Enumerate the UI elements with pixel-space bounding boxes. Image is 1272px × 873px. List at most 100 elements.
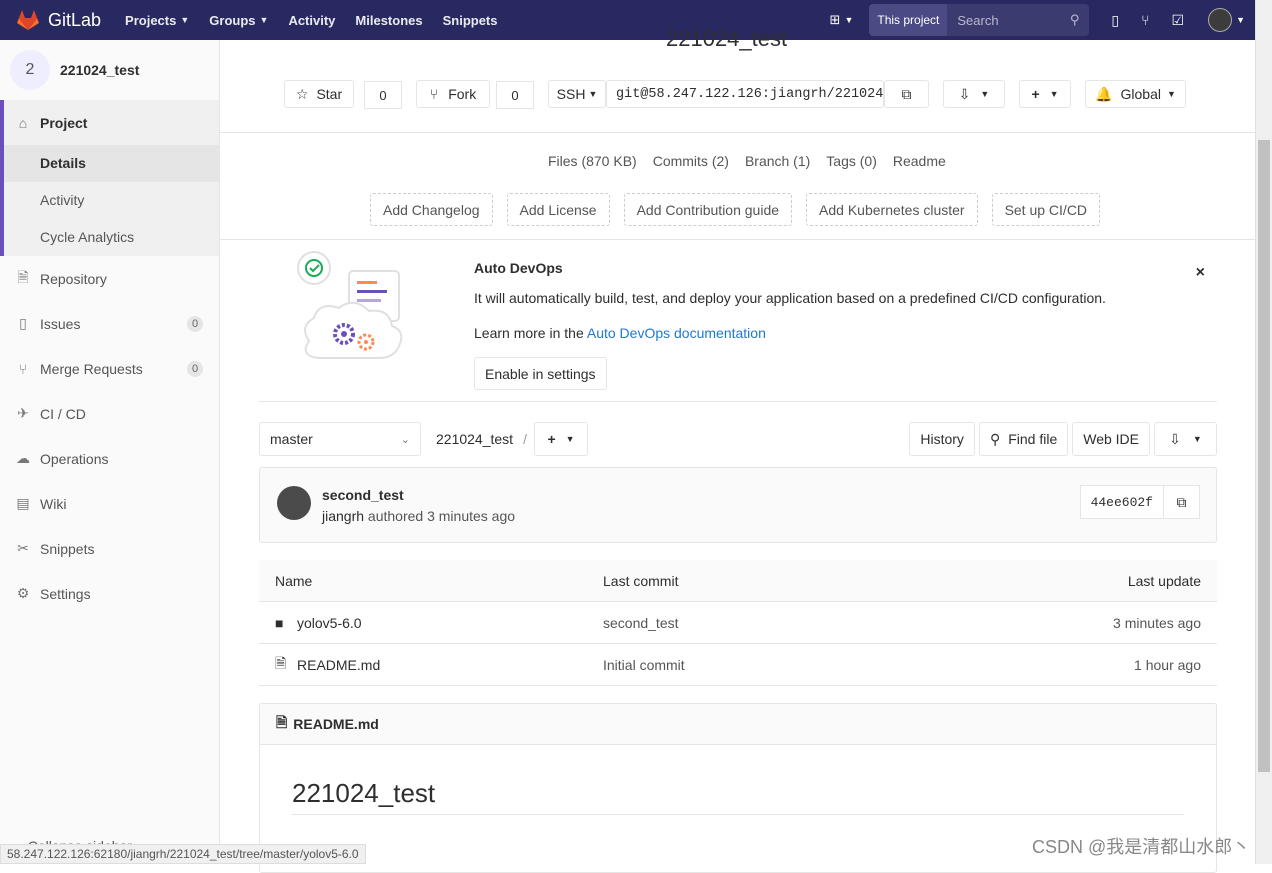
sidebar-project-header[interactable]: 2 221024_test <box>0 40 219 100</box>
search-scope[interactable]: This project <box>869 4 948 36</box>
commit-title[interactable]: second_test <box>322 487 404 503</box>
file-name[interactable]: README.md <box>297 657 380 673</box>
readme-filename[interactable]: README.md <box>293 716 379 732</box>
web-ide-button[interactable]: Web IDE <box>1072 422 1150 456</box>
author-avatar[interactable] <box>277 486 311 520</box>
new-item-button[interactable]: ⊞ ▼ <box>830 12 854 28</box>
merge-request-icon[interactable]: ⑂ <box>1141 12 1149 28</box>
chevron-down-icon: ▼ <box>259 15 269 25</box>
file-last-commit[interactable]: Initial commit <box>603 657 1001 673</box>
breadcrumb-root[interactable]: 221024_test <box>436 431 513 447</box>
stat-readme[interactable]: Readme <box>893 153 946 169</box>
sidebar-item-project[interactable]: ⌂ Project <box>4 100 219 145</box>
sidebar-subitem-cycle-analytics[interactable]: Cycle Analytics <box>4 219 219 256</box>
nav-groups[interactable]: Groups ▼ <box>209 13 268 28</box>
new-dropdown[interactable]: + ▼ <box>1019 80 1071 108</box>
user-avatar[interactable] <box>1208 8 1233 32</box>
setup-ci-cd-button[interactable]: Set up CI/CD <box>991 193 1101 226</box>
sidebar-item-operations[interactable]: ☁ Operations <box>0 436 219 481</box>
search-placeholder: Search <box>957 12 999 28</box>
commit-author[interactable]: jiangrh <box>322 508 364 524</box>
todo-icon[interactable]: ☑ <box>1172 12 1185 29</box>
file-name-cell: 🗎 README.md <box>275 653 603 677</box>
tanuki-icon <box>17 10 39 30</box>
nav-activity[interactable]: Activity <box>288 13 335 28</box>
breadcrumb: 221024_test / <box>436 431 527 447</box>
count-badge: 0 <box>187 315 203 332</box>
copy-sha-button[interactable]: ⧉ <box>1164 485 1200 519</box>
file-last-commit[interactable]: second_test <box>603 615 1001 631</box>
gear-icon: ⚙ <box>16 585 30 601</box>
nav-snippets[interactable]: Snippets <box>443 13 498 28</box>
table-row[interactable]: ■ yolov5-6.0 second_test 3 minutes ago <box>259 602 1217 644</box>
nav-milestones[interactable]: Milestones <box>355 13 422 28</box>
copy-url-button[interactable]: ⧉ <box>884 80 929 108</box>
tree-controls: master ⌄ 221024_test / + ▼ History ⚲ Find fi… <box>259 422 1217 456</box>
sidebar-item-merge-requests[interactable]: ⑂ Merge Requests 0 <box>0 346 219 391</box>
sidebar-section-project: ⌂ Project Details Activity Cycle Analytic… <box>0 100 219 256</box>
plus-icon: + <box>547 431 556 447</box>
plus-square-icon: ⊞ <box>829 12 841 27</box>
find-file-button[interactable]: ⚲ Find file <box>978 422 1069 456</box>
close-icon[interactable]: × <box>1196 264 1205 282</box>
enable-in-settings-button[interactable]: Enable in settings <box>474 357 607 390</box>
nav-projects[interactable]: Projects ▼ <box>125 13 189 28</box>
table-row[interactable]: 🗎 README.md Initial commit 1 hour ago <box>259 644 1217 686</box>
clone-url-input[interactable]: git@58.247.122.126:jiangrh/221024_ <box>606 80 884 108</box>
plus-icon: + <box>1031 86 1040 102</box>
sidebar-item-settings[interactable]: ⚙ Settings <box>0 571 219 616</box>
search-input[interactable]: Search ⚲ <box>947 4 1090 36</box>
stat-tags[interactable]: Tags (0) <box>826 153 877 169</box>
readme-heading: 221024_test <box>292 778 436 808</box>
branch-selector[interactable]: master ⌄ <box>259 422 421 456</box>
sidebar-item-wiki[interactable]: ▤ Wiki <box>0 481 219 526</box>
download-dropdown[interactable]: ⇩ ▼ <box>943 80 1005 108</box>
scrollbar[interactable] <box>1255 0 1272 864</box>
book-icon: ▤ <box>16 495 30 511</box>
stat-branch[interactable]: Branch (1) <box>745 153 810 169</box>
bell-icon: 🔔 <box>1095 85 1113 102</box>
scrollbar-thumb[interactable] <box>1258 140 1270 772</box>
commit-sha-group: 44ee602f ⧉ <box>1079 485 1200 519</box>
file-name[interactable]: yolov5-6.0 <box>297 615 362 631</box>
project-avatar: 2 <box>10 50 50 90</box>
commit-sha[interactable]: 44ee602f <box>1079 485 1164 519</box>
add-kubernetes-cluster-button[interactable]: Add Kubernetes cluster <box>806 193 978 226</box>
learn-more-prefix: Learn more in the <box>474 325 587 341</box>
fork-count[interactable]: 0 <box>496 81 534 109</box>
sidebar-subitem-activity[interactable]: Activity <box>4 182 219 219</box>
count-badge: 0 <box>187 360 203 377</box>
stat-files[interactable]: Files (870 KB) <box>548 153 637 169</box>
sidebar-item-repository[interactable]: 🗎 Repository <box>0 256 219 301</box>
sidebar-subitem-details[interactable]: Details <box>4 145 219 182</box>
navbar-right: ⊞ ▼ This project Search ⚲ ▯ ⑂ ☑ ▼ <box>830 0 1255 40</box>
star-button[interactable]: ☆ Star <box>284 80 354 108</box>
issues-icon[interactable]: ▯ <box>1111 12 1119 29</box>
star-count[interactable]: 0 <box>364 81 402 109</box>
caret-down-icon: ▼ <box>1192 434 1202 444</box>
sidebar-item-label: Project <box>40 114 88 131</box>
add-license-button[interactable]: Add License <box>506 193 610 226</box>
sidebar-item-ci-cd[interactable]: ✈ CI / CD <box>0 391 219 436</box>
fork-button[interactable]: ⑂ Fork <box>416 80 490 108</box>
devops-docs-link[interactable]: Auto DevOps documentation <box>587 325 766 341</box>
stat-commits[interactable]: Commits (2) <box>653 153 729 169</box>
chevron-down-icon[interactable]: ▼ <box>1236 15 1245 25</box>
notification-dropdown[interactable]: 🔔 Global ▼ <box>1085 80 1186 108</box>
file-icon: 🗎 <box>275 654 287 671</box>
add-contribution-guide-button[interactable]: Add Contribution guide <box>623 193 793 226</box>
add-to-tree-dropdown[interactable]: + ▼ <box>534 422 588 456</box>
cloud-icon: ☁ <box>16 450 30 466</box>
download-icon: ⇩ <box>1169 430 1181 447</box>
gitlab-logo[interactable]: GitLab <box>16 9 101 31</box>
commit-meta: jiangrh authored 3 minutes ago <box>322 508 515 524</box>
sidebar-item-snippets[interactable]: ✂ Snippets <box>0 526 219 571</box>
nav-label: Projects <box>125 12 177 28</box>
top-navbar: GitLab Projects ▼ Groups ▼ Activity Milest… <box>0 0 1255 40</box>
add-changelog-button[interactable]: Add Changelog <box>370 193 493 226</box>
history-button[interactable]: History <box>909 422 975 456</box>
clone-protocol-dropdown[interactable]: SSH ▼ <box>548 80 606 108</box>
sidebar-item-label: Repository <box>40 270 107 287</box>
sidebar-item-issues[interactable]: ▯ Issues 0 <box>0 301 219 346</box>
download-dropdown[interactable]: ⇩ ▼ <box>1154 422 1217 456</box>
